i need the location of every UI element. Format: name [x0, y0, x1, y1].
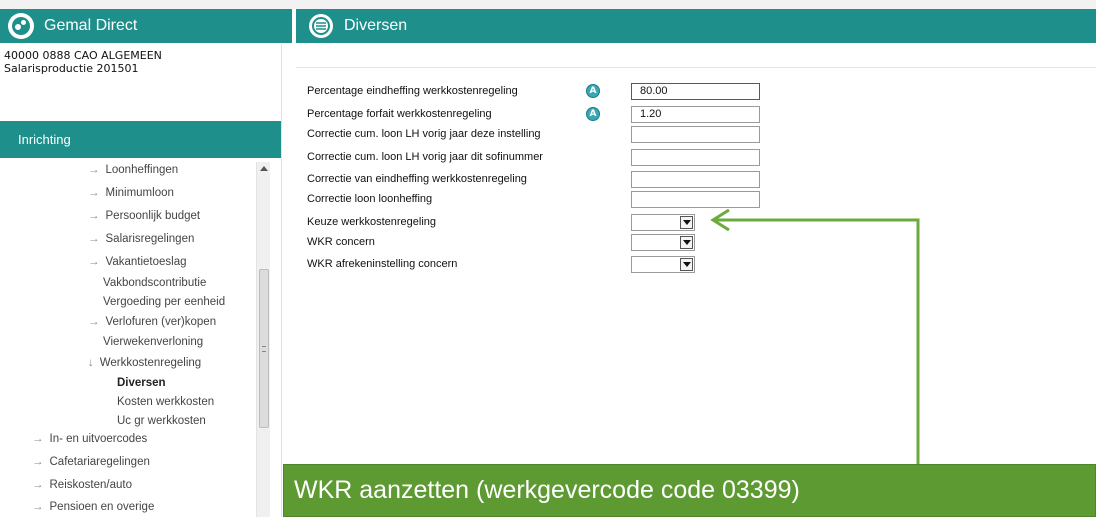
collapsed-arrow-icon: → [32, 501, 44, 513]
nav-item-werkkostenregeling[interactable]: ↓ Werkkostenregeling [88, 357, 201, 369]
nav-item-persoonlijk-budget[interactable]: → Persoonlijk budget [88, 210, 200, 222]
select-label: WKR afrekeninstelling concern [307, 258, 458, 270]
chevron-down-icon[interactable] [680, 216, 693, 229]
nav-item-label: Verlofuren (ver)kopen [105, 316, 217, 328]
nav-item-salarisregelingen[interactable]: → Salarisregelingen [88, 233, 194, 245]
nav-item-uc-gr-werkkosten[interactable]: Uc gr werkkosten [117, 415, 206, 427]
nav-item-label: Diversen [117, 377, 166, 389]
client-line-2: Salarisproductie 201501 [4, 62, 139, 75]
nav-item-label: Minimumloon [105, 187, 174, 199]
nav-item-diversen[interactable]: Diversen [117, 377, 166, 389]
select-label: WKR concern [307, 236, 375, 248]
nav-item-label: Uc gr werkkosten [117, 415, 206, 427]
page-header: Diversen [296, 9, 1096, 43]
nav-item-label: Vergoeding per eenheid [103, 296, 226, 308]
diversen-icon [309, 14, 333, 38]
nav-item-pensioen-en-overige[interactable]: → Pensioen en overige [32, 501, 154, 513]
chevron-down-icon[interactable] [680, 236, 693, 249]
text-field[interactable] [631, 149, 760, 166]
dropdown-select[interactable] [631, 214, 695, 231]
nav-item-cafetariaregelingen[interactable]: → Cafetariaregelingen [32, 456, 150, 468]
nav-item-vergoeding-per-eenheid[interactable]: Vergoeding per eenheid [103, 296, 225, 308]
scrollbar-thumb[interactable] [259, 269, 269, 428]
collapsed-arrow-icon: → [88, 316, 100, 328]
nav-item-loonheffingen[interactable]: → Loonheffingen [88, 164, 178, 176]
panel-divider [281, 44, 282, 517]
nav-item-reiskosten-auto[interactable]: → Reiskosten/auto [32, 479, 132, 491]
chevron-down-icon[interactable] [680, 258, 693, 271]
nav-item-label: Vierwekenverloning [103, 336, 204, 348]
page-title: Diversen [344, 17, 408, 34]
select-label: Keuze werkkostenregeling [307, 216, 437, 228]
field-label: Correctie cum. loon LH vorig jaar deze i… [307, 128, 541, 140]
nav-item-label: In- en uitvoercodes [49, 433, 148, 445]
app-header: Gemal Direct [0, 9, 294, 43]
collapsed-arrow-icon: → [32, 479, 44, 491]
dropdown-select[interactable] [631, 234, 695, 251]
text-field[interactable]: 1.20 [631, 106, 760, 123]
expanded-arrow-icon: ↓ [88, 357, 94, 369]
text-field[interactable] [631, 171, 760, 188]
text-field[interactable] [631, 191, 760, 208]
info-icon[interactable]: A [586, 107, 600, 121]
field-label: Correctie loon loonheffing [307, 193, 433, 205]
nav-item-label: Vakantietoeslag [105, 256, 187, 268]
nav-item-vakantietoeslag[interactable]: → Vakantietoeslag [88, 256, 186, 268]
nav-item-in-en-uitvoercodes[interactable]: → In- en uitvoercodes [32, 433, 147, 445]
nav-item-label: Vakbondscontributie [103, 277, 207, 289]
field-label: Percentage eindheffing werkkostenregelin… [307, 85, 518, 97]
nav-item-label: Cafetariaregelingen [49, 456, 150, 468]
nav-scrollbar[interactable] [256, 162, 270, 517]
collapsed-arrow-icon: → [32, 456, 44, 468]
nav-item-kosten-werkkosten[interactable]: Kosten werkkosten [117, 396, 214, 408]
app-logo-icon [8, 13, 34, 39]
text-field[interactable] [631, 126, 760, 143]
annotation-banner: WKR aanzetten (werkgevercode code 03399) [283, 464, 1096, 517]
client-info: 40000 0888 CAO ALGEMEEN Salarisproductie… [4, 49, 162, 75]
field-label: Correctie van eindheffing werkkostenrege… [307, 173, 527, 185]
collapsed-arrow-icon: → [32, 433, 44, 445]
collapsed-arrow-icon: → [88, 187, 100, 199]
nav-item-vakbondscontributie[interactable]: Vakbondscontributie [103, 277, 206, 289]
field-label: Correctie cum. loon LH vorig jaar dit so… [307, 151, 543, 163]
nav-item-label: Kosten werkkosten [117, 396, 215, 408]
nav-item-verlofuren-ver-kopen[interactable]: → Verlofuren (ver)kopen [88, 316, 216, 328]
info-icon[interactable]: A [586, 84, 600, 98]
scroll-up-icon[interactable] [260, 166, 268, 171]
nav-item-minimumloon[interactable]: → Minimumloon [88, 187, 174, 199]
nav-section-inrichting[interactable]: Inrichting [0, 121, 281, 158]
nav-item-label: Persoonlijk budget [105, 210, 201, 222]
collapsed-arrow-icon: → [88, 233, 100, 245]
collapsed-arrow-icon: → [88, 210, 100, 222]
client-line-1: 40000 0888 CAO ALGEMEEN [4, 49, 162, 62]
text-field[interactable]: 80.00 [631, 83, 760, 100]
nav-item-vierwekenverloning[interactable]: Vierwekenverloning [103, 336, 203, 348]
nav-item-label: Pensioen en overige [49, 501, 155, 513]
app-title: Gemal Direct [44, 17, 138, 34]
content-divider [296, 67, 1096, 68]
collapsed-arrow-icon: → [88, 164, 100, 176]
nav-item-label: Loonheffingen [105, 164, 179, 176]
nav-item-label: Reiskosten/auto [49, 479, 132, 491]
collapsed-arrow-icon: → [88, 256, 100, 268]
nav-item-label: Werkkostenregeling [99, 357, 202, 369]
dropdown-select[interactable] [631, 256, 695, 273]
nav-item-label: Salarisregelingen [105, 233, 195, 245]
top-strip [0, 0, 1096, 9]
field-label: Percentage forfait werkkostenregeling [307, 108, 492, 120]
